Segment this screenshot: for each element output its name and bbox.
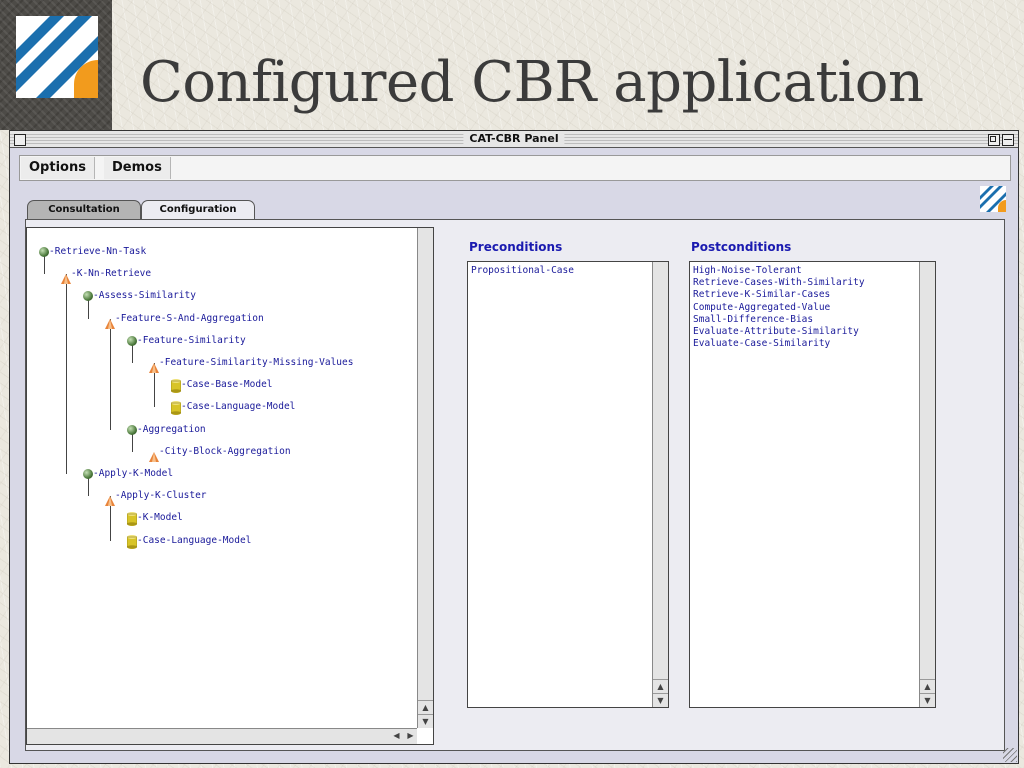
method-cone-icon [105, 491, 115, 507]
task-ball-icon [127, 335, 137, 346]
tree-node-label[interactable]: -Aggregation [137, 423, 206, 437]
tree-connector-line [110, 318, 111, 430]
list-item[interactable]: Evaluate-Attribute-Similarity [690, 326, 935, 338]
postconditions-items: High-Noise-Tolerant Retrieve-Cases-With-S… [690, 262, 935, 350]
tree-node-label[interactable]: -K-Model [137, 511, 183, 525]
task-ball-icon [127, 424, 137, 435]
list-item[interactable]: Propositional-Case [468, 265, 668, 277]
tree-node-label[interactable]: -Apply-K-Model [93, 467, 173, 481]
tree-node-label[interactable]: -Case-Language-Model [181, 400, 295, 414]
scroll-down-arrow-icon[interactable]: ▼ [418, 714, 433, 728]
tree-node-label[interactable]: -Retrieve-Nn-Task [49, 245, 146, 259]
tab-configuration[interactable]: Configuration [141, 200, 255, 220]
scroll-down-arrow-icon[interactable]: ▼ [920, 693, 935, 707]
model-cylinder-icon [126, 534, 138, 549]
cbr-logo [16, 16, 98, 98]
scroll-up-arrow-icon[interactable]: ▲ [920, 679, 935, 693]
slide-side-strip [0, 0, 112, 130]
scroll-up-arrow-icon[interactable]: ▲ [418, 700, 433, 714]
model-cylinder-icon [170, 400, 182, 416]
menu-options[interactable]: Options [21, 157, 95, 179]
method-cone-icon [61, 269, 71, 285]
zoom-box-icon[interactable] [988, 134, 1000, 146]
tree-node-label[interactable]: -Feature-S-And-Aggregation [115, 312, 264, 326]
model-cylinder-icon [170, 378, 182, 394]
list-item[interactable]: High-Noise-Tolerant [690, 265, 935, 277]
task-ball-icon [83, 291, 93, 302]
preconditions-title: Preconditions [469, 240, 563, 254]
menu-demos[interactable]: Demos [104, 157, 171, 179]
resize-grip-icon[interactable] [1003, 748, 1017, 762]
method-cone-icon [105, 314, 115, 329]
preconditions-items: Propositional-Case [468, 262, 668, 277]
scroll-left-arrow-icon[interactable]: ◀ [390, 729, 403, 744]
cat-cbr-panel-window: CAT-CBR Panel Options Demos Consultation… [9, 130, 1019, 764]
postconditions-scrollbar[interactable]: ▲ ▼ [919, 262, 935, 707]
tree-node-label[interactable]: -Case-Base-Model [181, 378, 273, 392]
tree-node-label[interactable]: -Assess-Similarity [93, 289, 196, 303]
cbr-logo-icon [16, 16, 98, 98]
method-cone-icon [149, 358, 159, 373]
task-ball-icon [83, 469, 93, 479]
window-title: CAT-CBR Panel [463, 131, 565, 147]
scroll-right-arrow-icon[interactable]: ▶ [404, 729, 417, 744]
tree-node-label[interactable]: -City-Block-Aggregation [159, 445, 291, 459]
list-item[interactable]: Evaluate-Case-Similarity [690, 338, 935, 350]
close-box-icon[interactable] [14, 134, 26, 146]
tree-node-label[interactable]: -Apply-K-Cluster [115, 489, 207, 503]
preconditions-scrollbar[interactable]: ▲ ▼ [652, 262, 668, 707]
task-ball-icon [39, 247, 49, 257]
task-method-tree[interactable]: -Retrieve-Nn-Task -K-Nn-Retrieve -Assess-S… [26, 227, 434, 745]
menu-bar: Options Demos [19, 155, 1011, 181]
list-item[interactable]: Retrieve-Cases-With-Similarity [690, 277, 935, 289]
list-item[interactable]: Small-Difference-Bias [690, 314, 935, 326]
tree-connector-line [66, 274, 67, 474]
list-item[interactable]: Retrieve-K-Similar-Cases [690, 289, 935, 301]
tab-consultation[interactable]: Consultation [27, 200, 141, 219]
cbr-logo-small-icon [980, 186, 1006, 212]
tree-node-label[interactable]: -K-Nn-Retrieve [71, 267, 151, 281]
model-cylinder-icon [126, 511, 138, 527]
method-cone-icon [149, 447, 159, 462]
scroll-down-arrow-icon[interactable]: ▼ [653, 693, 668, 707]
tree-vertical-scrollbar[interactable]: ▲ ▼ [417, 228, 433, 728]
list-item[interactable]: Compute-Aggregated-Value [690, 302, 935, 314]
slide-title: Configured CBR application [140, 50, 924, 115]
preconditions-list[interactable]: Propositional-Case ▲ ▼ [467, 261, 669, 708]
tree-node-label[interactable]: -Feature-Similarity-Missing-Values [159, 356, 353, 370]
postconditions-list[interactable]: High-Noise-Tolerant Retrieve-Cases-With-S… [689, 261, 936, 708]
scroll-up-arrow-icon[interactable]: ▲ [653, 679, 668, 693]
window-titlebar[interactable]: CAT-CBR Panel [10, 131, 1018, 148]
postconditions-title: Postconditions [691, 240, 792, 254]
tree-horizontal-scrollbar[interactable]: ◀ ▶ [27, 728, 417, 744]
collapse-box-icon[interactable] [1002, 134, 1014, 146]
tree-node-label[interactable]: -Feature-Similarity [137, 334, 246, 348]
tree-node-label[interactable]: -Case-Language-Model [137, 534, 251, 548]
